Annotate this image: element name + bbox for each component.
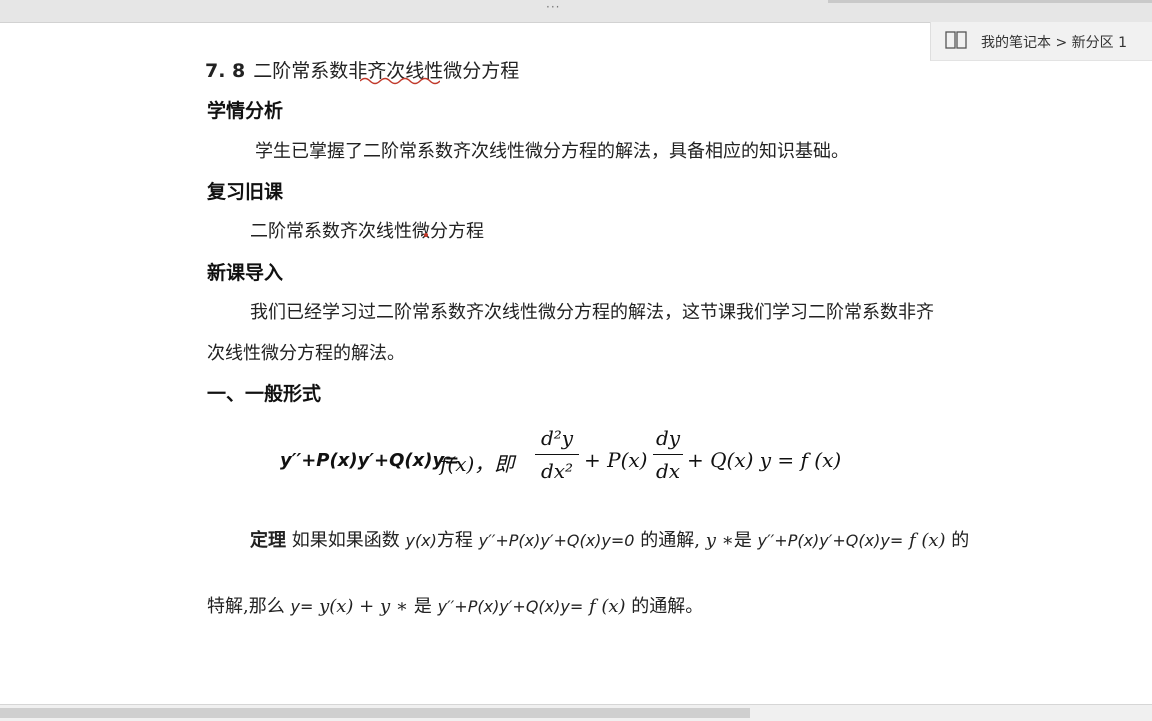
spell-check-underline (360, 77, 440, 85)
page-title: 7. 8 二阶常系数非齐次线性微分方程 (205, 56, 519, 85)
theorem-yx: y(x) (405, 531, 437, 550)
eq-tail: + Q(x) y = f (x) (687, 448, 842, 472)
heading-review: 复习旧课 (207, 181, 284, 203)
theorem-text-h: 的通解。 (631, 596, 704, 617)
theorem-sum: y(x) + y ∗ (319, 596, 409, 617)
theorem-fx-2: f (x) (588, 596, 626, 617)
section-number: 7. 8 (205, 60, 246, 82)
horizontal-scrollbar[interactable] (0, 704, 1152, 721)
paragraph-review: 二阶常系数齐次线性微分方程 (250, 221, 484, 242)
eq-frac-first-derivative: dy dx (653, 424, 683, 485)
document-page: 7. 8 二阶常系数非齐次线性微分方程 学情分析 学生已掌握了二阶常系数齐次线性微… (0, 0, 1152, 720)
heading-analysis: 学情分析 (207, 100, 284, 122)
theorem-text-c: 的通解, (640, 530, 700, 551)
theorem-line1: 定理 如果如果函数 y(x)方程 y′′+P(x)y′+Q(x)y=0 的通解,… (250, 526, 969, 552)
scrollbar-thumb[interactable] (0, 708, 750, 718)
frac2-denominator: dx (655, 459, 681, 483)
frac1-bar (535, 454, 579, 455)
theorem-text-b: 方程 (436, 530, 473, 551)
frac2-bar (653, 454, 683, 455)
frac2-numerator: dy (655, 426, 681, 450)
theorem-text-d: 是 (733, 530, 752, 551)
theorem-nonhomog-eq-2: y′′+P(x)y′+Q(x)y= (437, 597, 584, 616)
theorem-homog-eq: y′′+P(x)y′+Q(x)y=0 (478, 531, 635, 550)
eq-frac-second-derivative: d²y dx² (535, 424, 579, 485)
eq-fx: f(x)，即 (440, 452, 515, 476)
theorem-fx: f (x) (908, 530, 946, 551)
eq-mid: + P(x) (584, 448, 648, 472)
paragraph-intro-line1: 我们已经学习过二阶常系数齐次线性微分方程的解法，这节课我们学习二阶常系数非齐 (250, 302, 934, 323)
theorem-label: 定理 (250, 530, 286, 551)
theorem-line2: 特解,那么 y= y(x) + y ∗ 是 y′′+P(x)y′+Q(x)y= … (207, 592, 703, 618)
theorem-y-eq: y= (290, 597, 314, 616)
theorem-text-g: 是 (413, 596, 432, 617)
heading-intro: 新课导入 (207, 262, 284, 284)
eq-lhs: y′′+P(x)y′+Q(x)y= (280, 450, 460, 471)
theorem-text-a: 如果如果函数 (291, 530, 400, 551)
frac1-denominator: dx² (540, 459, 574, 483)
frac1-numerator: d²y (540, 426, 574, 450)
theorem-text-f: 特解,那么 (207, 596, 285, 617)
heading-general-form: 一、一般形式 (207, 383, 322, 405)
theorem-nonhomog-eq: y′′+P(x)y′+Q(x)y= (757, 531, 904, 550)
paragraph-intro-line2: 次线性微分方程的解法。 (207, 343, 405, 364)
theorem-ystar: y ∗ (705, 530, 734, 551)
spell-mark (424, 233, 428, 237)
paragraph-analysis: 学生已掌握了二阶常系数齐次线性微分方程的解法，具备相应的知识基础。 (255, 141, 849, 162)
theorem-text-e: 的 (951, 530, 970, 551)
